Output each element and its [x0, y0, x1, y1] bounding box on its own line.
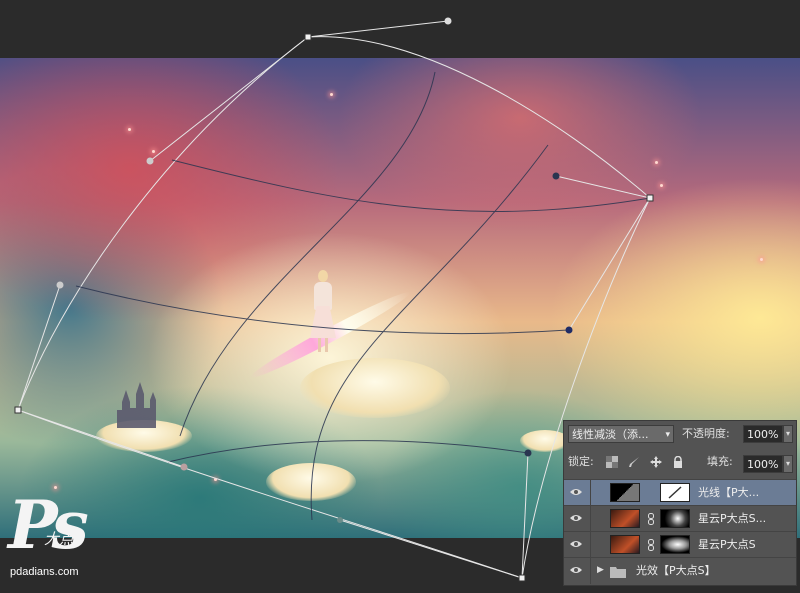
layers-panel: 线性减淡（添... ▾ 不透明度: 100% ▾ 锁定: 填充: 100% ▾ [563, 420, 797, 586]
handle-point[interactable] [565, 326, 573, 334]
anchor-top-left[interactable] [304, 33, 312, 41]
handle-point[interactable] [337, 517, 343, 523]
layer-group-name[interactable]: 光效【P大点S】 [636, 558, 716, 584]
handle-point[interactable] [56, 281, 64, 289]
blend-mode-select[interactable]: 线性减淡（添... ▾ [568, 425, 674, 443]
lock-brush-icon[interactable] [628, 456, 640, 468]
layer-thumbnail[interactable] [610, 535, 640, 554]
expand-triangle-icon[interactable]: ▶ [597, 565, 604, 575]
layer-name[interactable]: 星云P大点S... [698, 506, 766, 532]
lock-move-icon[interactable] [650, 456, 662, 468]
opacity-dropdown-arrow-icon[interactable]: ▾ [783, 425, 793, 443]
handle-point[interactable] [146, 157, 154, 165]
chain-link-icon[interactable] [648, 539, 654, 551]
photoshop-workspace: Ps 大点 pdadians.com 线性减淡（添... ▾ 不透明度: 100… [0, 0, 800, 593]
layer-mask-thumbnail[interactable] [660, 483, 690, 502]
dropdown-arrow-icon: ▾ [665, 430, 670, 440]
layer-name[interactable]: 星云P大点S [698, 532, 756, 558]
layer-name[interactable]: 光线【P大... [698, 480, 759, 506]
blend-mode-value: 线性减淡（添... [572, 428, 649, 441]
watermark: Ps 大点 pdadians.com [8, 490, 128, 585]
watermark-logo: Ps [8, 486, 89, 564]
layer-thumbnail[interactable] [610, 509, 640, 528]
watermark-site: pdadians.com [10, 566, 79, 578]
handle-endpoints[interactable] [56, 17, 573, 524]
fill-input[interactable]: 100% [743, 455, 783, 473]
eye-icon[interactable] [570, 487, 582, 497]
lock-all-icon[interactable] [672, 456, 684, 468]
fill-label: 填充: [707, 455, 733, 468]
lock-label: 锁定: [568, 455, 594, 468]
layer-row[interactable]: 星云P大点S... [564, 505, 796, 532]
handle-point[interactable] [180, 463, 188, 471]
layer-group-row[interactable]: ▶ 光效【P大点S】 [564, 557, 796, 585]
anchor-bottom-right[interactable] [518, 574, 526, 582]
handle-point[interactable] [524, 449, 532, 457]
divider [590, 506, 591, 532]
watermark-logo-subtext: 大点 [44, 530, 75, 548]
chain-link-icon[interactable] [648, 513, 654, 525]
handle-point[interactable] [552, 172, 560, 180]
layer-mask-thumbnail[interactable] [660, 509, 690, 528]
opacity-input[interactable]: 100% [743, 425, 783, 443]
layer-row[interactable]: 光线【P大... [564, 479, 796, 506]
layer-thumbnail[interactable] [610, 483, 640, 502]
divider [590, 558, 591, 584]
anchor-bottom-left[interactable] [14, 406, 22, 414]
eye-icon[interactable] [570, 513, 582, 523]
layer-mask-thumbnail[interactable] [660, 535, 690, 554]
opacity-label: 不透明度: [682, 427, 730, 440]
lock-transparent-icon[interactable] [606, 456, 618, 468]
eye-icon[interactable] [570, 539, 582, 549]
handle-point[interactable] [444, 17, 452, 25]
divider [590, 480, 591, 506]
anchor-top-right[interactable] [646, 194, 654, 202]
folder-icon [610, 567, 626, 578]
fill-dropdown-arrow-icon[interactable]: ▾ [783, 455, 793, 473]
layer-row[interactable]: 星云P大点S [564, 531, 796, 558]
eye-icon[interactable] [570, 565, 582, 575]
divider [590, 532, 591, 558]
